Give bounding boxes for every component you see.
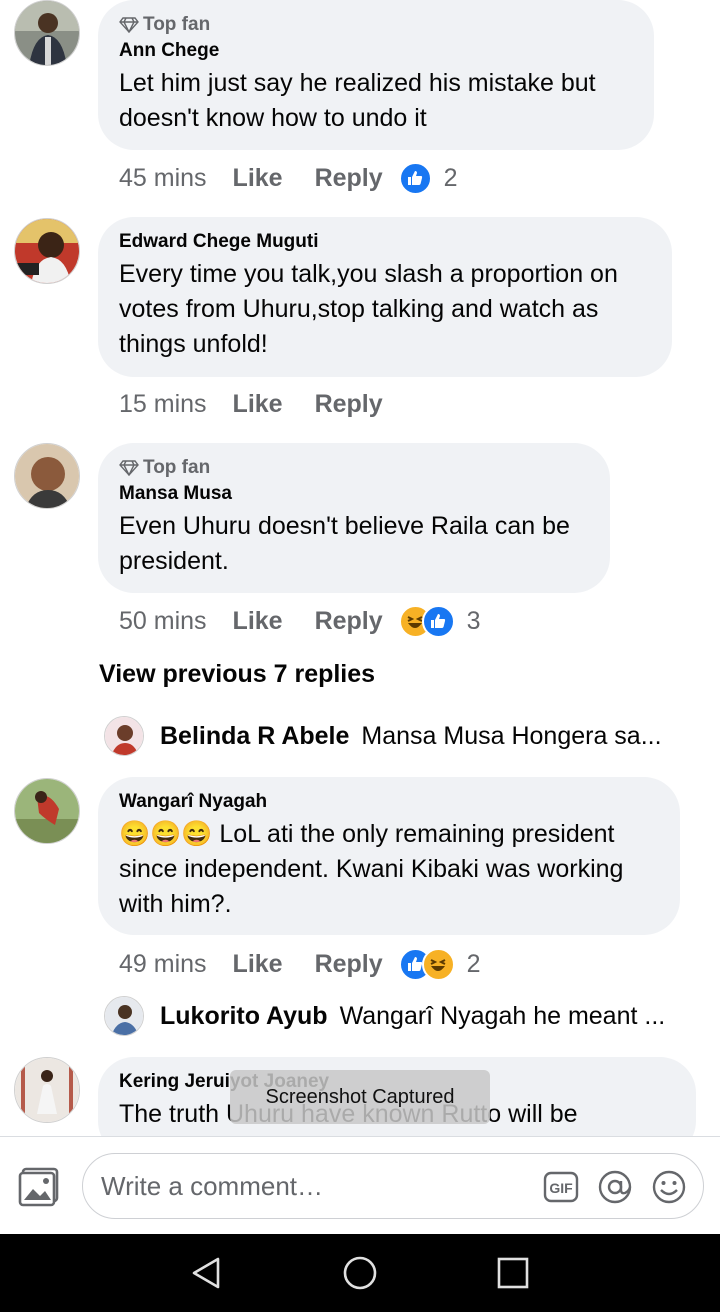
reply-button[interactable]: Reply [315,164,383,193]
comment-time[interactable]: 45 mins [119,164,207,193]
diamond-icon [119,17,139,33]
comment-feed[interactable]: Top fan Ann Chege Let him just say he re… [0,0,720,1136]
reactions[interactable]: 2 [398,947,481,981]
reaction-count: 2 [443,163,458,192]
recents-icon[interactable] [495,1255,531,1291]
like-reaction-icon [421,604,455,638]
top-fan-label: Top fan [143,14,211,35]
reactions[interactable]: 3 [398,604,481,638]
comment-bubble[interactable]: Edward Chege Muguti Every time you talk,… [98,217,672,377]
like-button[interactable]: Like [233,950,283,979]
like-button[interactable]: Like [233,164,283,193]
top-fan-label: Top fan [143,457,211,478]
svg-text:GIF: GIF [549,1180,573,1196]
comment-author[interactable]: Edward Chege Muguti [119,229,650,255]
diamond-icon [119,460,139,476]
reply-author[interactable]: Belinda R Abele [160,722,349,751]
reply-preview[interactable]: Lukorito Ayub Wangarî Nyagah he meant ..… [104,996,665,1036]
back-icon[interactable] [188,1255,224,1291]
photo-icon[interactable] [18,1167,62,1207]
avatar[interactable] [104,716,144,756]
haha-reaction-icon [421,947,455,981]
comment-actions: 15 mins Like Reply [119,386,415,422]
like-reaction-icon [398,161,432,195]
comment-composer: GIF [0,1136,720,1234]
comment-text: Every time you talk,you slash a proporti… [119,260,618,358]
comment-text: 😄😄😄 LoL ati the only remaining president… [119,820,624,918]
comment-actions: 49 mins Like Reply 2 [119,946,481,982]
avatar[interactable] [14,1057,80,1123]
top-fan-badge: Top fan [119,455,588,481]
comment-bubble[interactable]: Top fan Mansa Musa Even Uhuru doesn't be… [98,443,610,593]
reply-preview[interactable]: Belinda R Abele Mansa Musa Hongera sa... [104,716,662,756]
top-fan-badge: Top fan [119,12,632,38]
avatar[interactable] [14,778,80,844]
comment-time[interactable]: 50 mins [119,607,207,636]
reply-snippet: Mansa Musa Hongera sa... [361,721,662,750]
comment-bubble[interactable]: Top fan Ann Chege Let him just say he re… [98,0,654,150]
reply-snippet: Wangarî Nyagah he meant ... [339,1001,666,1030]
avatar[interactable] [14,0,80,66]
avatar[interactable] [14,218,80,284]
comment-actions: 45 mins Like Reply 2 [119,160,458,196]
view-previous-replies[interactable]: View previous 7 replies [99,660,375,689]
screenshot-toast: Screenshot Captured [230,1070,490,1124]
reply-button[interactable]: Reply [315,607,383,636]
comment-time[interactable]: 15 mins [119,390,207,419]
comment-author[interactable]: Ann Chege [119,38,632,64]
avatar[interactable] [14,443,80,509]
comment-time[interactable]: 49 mins [119,950,207,979]
comment-bubble[interactable]: Wangarî Nyagah 😄😄😄 LoL ati the only rema… [98,777,680,935]
home-icon[interactable] [342,1255,378,1291]
reactions[interactable]: 2 [398,161,458,195]
mention-icon[interactable] [597,1169,633,1205]
comment-author[interactable]: Mansa Musa [119,481,588,507]
comment-author[interactable]: Wangarî Nyagah [119,789,658,815]
reaction-count: 3 [466,606,481,635]
comment-actions: 50 mins Like Reply 3 [119,603,481,639]
gif-icon[interactable]: GIF [543,1171,579,1203]
like-button[interactable]: Like [233,607,283,636]
comment-input-box[interactable]: GIF [82,1153,704,1219]
avatar[interactable] [104,996,144,1036]
like-button[interactable]: Like [233,390,283,419]
reply-button[interactable]: Reply [315,390,383,419]
comment-input[interactable] [101,1168,521,1204]
comment-text: Let him just say he realized his mistake… [119,69,596,132]
reply-button[interactable]: Reply [315,950,383,979]
reply-author[interactable]: Lukorito Ayub [160,1002,328,1031]
reaction-count: 2 [466,949,481,978]
comment-text: Even Uhuru doesn't believe Raila can be … [119,512,570,575]
emoji-icon[interactable] [651,1169,687,1205]
system-nav-bar [0,1234,720,1312]
